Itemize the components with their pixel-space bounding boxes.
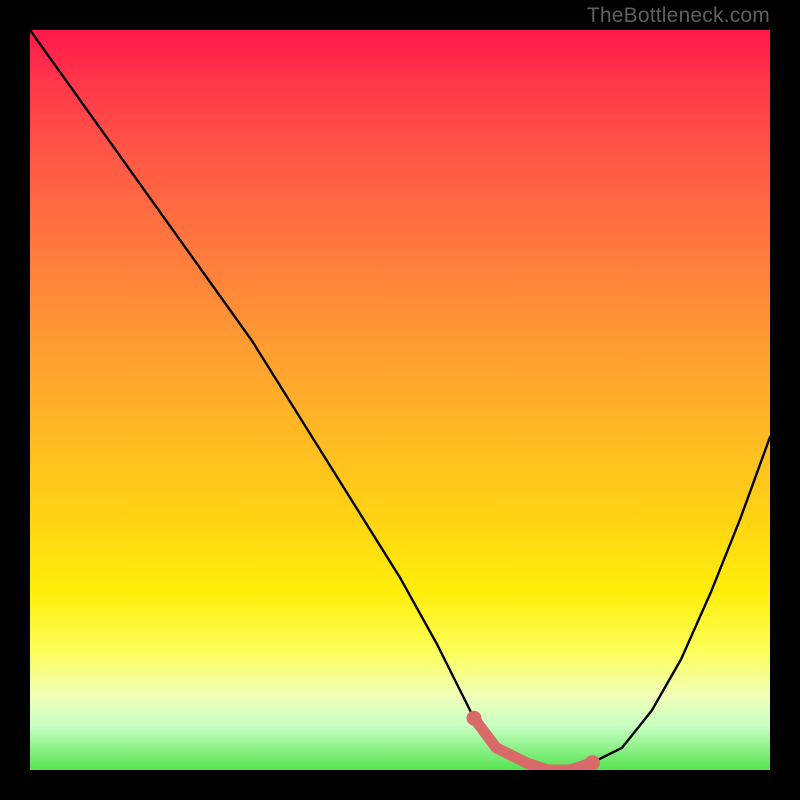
plot-area — [30, 30, 770, 770]
chart-frame: TheBottleneck.com — [0, 0, 800, 800]
optimal-dot-left — [467, 711, 482, 726]
chart-svg — [30, 30, 770, 770]
optimal-dot-right — [585, 755, 600, 770]
watermark: TheBottleneck.com — [587, 4, 770, 28]
optimal-band — [474, 718, 592, 770]
bottleneck-curve — [30, 30, 770, 770]
